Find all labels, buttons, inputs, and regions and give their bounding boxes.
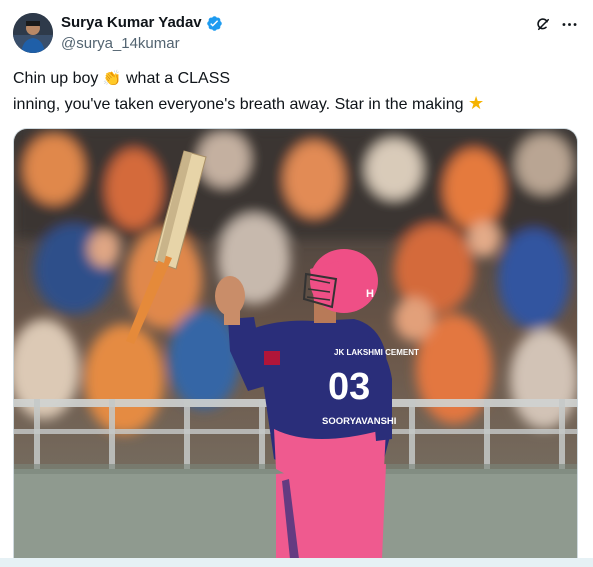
star-emoji: ★ — [467, 93, 485, 114]
author-display-name[interactable]: Surya Kumar Yadav — [61, 13, 202, 33]
tweet-photo[interactable]: H JK LAKSHMI CEMENT 03 SOORYAVANSHI — [13, 128, 578, 558]
author-handle[interactable]: @surya_14kumar — [61, 34, 180, 54]
tweet-text-suffix: what a CLASS — [125, 70, 231, 87]
jersey-number-text: 03 — [328, 366, 370, 408]
bottom-divider — [0, 558, 593, 567]
tweet-text: Chin up boy 👏 what a CLASS inning, you'v… — [13, 66, 573, 117]
author-avatar[interactable] — [13, 13, 53, 53]
clapping-hands-emoji: 👏 — [102, 69, 122, 87]
jersey-name-text: SOORYAVANSHI — [322, 416, 396, 427]
author-name-row: Surya Kumar Yadav — [61, 13, 223, 33]
cricket-player-photo: H JK LAKSHMI CEMENT 03 SOORYAVANSHI — [14, 129, 577, 558]
jersey-sponsor-text: JK LAKSHMI CEMENT — [334, 348, 419, 357]
grok-button[interactable] — [532, 13, 554, 35]
tweet-text-prefix: Chin up boy — [13, 70, 99, 87]
tweet-text-line-1: Chin up boy 👏 what a CLASS — [13, 66, 573, 91]
more-options-button[interactable] — [558, 13, 580, 35]
tweet-text-body: inning, you've taken everyone's breath a… — [13, 96, 464, 113]
helmet-logo: H — [366, 288, 374, 300]
grok-icon — [536, 17, 549, 30]
tweet-text-line-2: inning, you've taken everyone's breath a… — [13, 91, 573, 117]
verified-badge-icon — [206, 15, 223, 32]
more-icon — [562, 22, 576, 26]
